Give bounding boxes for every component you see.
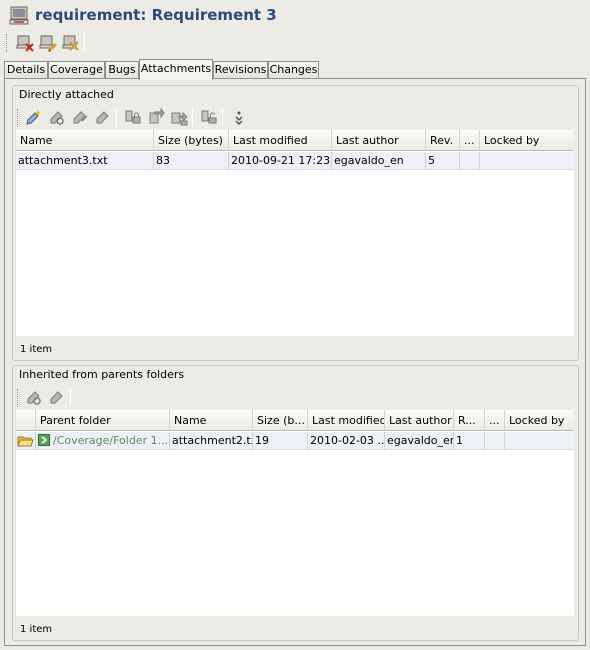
toolbar-grip[interactable] xyxy=(17,109,19,127)
requirement-icon xyxy=(8,5,30,27)
direct-toolbar xyxy=(15,104,575,130)
direct-attachments-table: Name Size (bytes) Last modified Last aut… xyxy=(16,130,574,336)
cell-revision: 5 xyxy=(426,152,460,170)
new-attachment-icon[interactable] xyxy=(24,107,44,127)
tab-label: Attachments xyxy=(140,62,212,75)
tab-label: Bugs xyxy=(108,63,136,76)
folder-link-icon xyxy=(38,434,50,446)
tab-details[interactable]: Details xyxy=(4,61,48,79)
column-header-size[interactable]: Size (bytes) xyxy=(154,130,229,151)
item-count: 1 item xyxy=(20,344,53,355)
column-header-icon[interactable] xyxy=(16,410,36,431)
cell-locked-by xyxy=(505,432,574,450)
inherited-attachments-group: Inherited from parents folders Parent fo… xyxy=(12,365,579,641)
cell-parent-folder[interactable]: /Coverage/Folder 1... xyxy=(36,432,170,450)
tab-revisions[interactable]: Revisions xyxy=(213,61,268,79)
tab-coverage[interactable]: Coverage xyxy=(48,61,105,79)
cell-folder-icon xyxy=(16,432,36,450)
column-header-name[interactable]: Name xyxy=(170,410,253,431)
delete-requirement-icon[interactable] xyxy=(15,33,35,53)
cell-name: attachment3.txt xyxy=(16,152,154,170)
cell-extra xyxy=(485,432,505,450)
delete-attachment-icon[interactable] xyxy=(47,387,67,407)
column-header-revision[interactable]: R... xyxy=(454,410,485,431)
title-bar: requirement: Requirement 3 xyxy=(0,0,590,32)
cell-last-modified: 2010-09-21 17:23... xyxy=(229,152,332,170)
column-header-extra[interactable]: ... xyxy=(485,410,505,431)
group-title: Inherited from parents folders xyxy=(19,368,185,381)
group-title: Directly attached xyxy=(19,88,114,101)
properties-icon[interactable] xyxy=(61,33,81,53)
column-header-extra[interactable]: ... xyxy=(460,130,480,151)
edit-requirement-icon[interactable] xyxy=(38,33,58,53)
toolbar-separator xyxy=(222,108,223,126)
more-icon[interactable] xyxy=(229,107,249,127)
toolbar-grip[interactable] xyxy=(6,34,8,52)
open-attachment-icon[interactable] xyxy=(24,387,44,407)
delete-attachment-icon[interactable] xyxy=(93,107,113,127)
table-header: Name Size (bytes) Last modified Last aut… xyxy=(16,130,574,151)
inherited-toolbar xyxy=(15,384,575,410)
tab-bugs[interactable]: Bugs xyxy=(105,61,139,79)
attachments-panel: Directly attached Name Size (bytes) Last… xyxy=(4,78,586,646)
unlock-icon[interactable] xyxy=(199,107,219,127)
cell-revision: 1 xyxy=(454,432,485,450)
inherited-attachments-table: Parent folder Name Size (b... Last modif… xyxy=(16,410,574,616)
column-header-last-modified[interactable]: Last modified xyxy=(229,130,332,151)
cell-size: 19 xyxy=(253,432,308,450)
open-attachment-icon[interactable] xyxy=(47,107,67,127)
table-header: Parent folder Name Size (b... Last modif… xyxy=(16,410,574,431)
column-header-name[interactable]: Name xyxy=(16,130,154,151)
toolbar-grip[interactable] xyxy=(17,389,19,407)
column-header-last-modified[interactable]: Last modified xyxy=(308,410,385,431)
folder-open-icon xyxy=(17,433,34,449)
toolbar-separator xyxy=(70,388,71,406)
toolbar-separator xyxy=(192,108,193,126)
tab-label: Revisions xyxy=(214,63,267,76)
table-row[interactable]: attachment3.txt 83 2010-09-21 17:23... e… xyxy=(16,152,574,170)
cell-last-author: egavaldo_en xyxy=(385,432,454,450)
lock-icon[interactable] xyxy=(123,107,143,127)
column-header-last-author[interactable]: Last author xyxy=(332,130,426,151)
column-header-revision[interactable]: Rev. xyxy=(426,130,460,151)
toolbar-separator xyxy=(116,108,117,126)
parent-folder-path: /Coverage/Folder 1... xyxy=(53,434,169,447)
column-header-locked-by[interactable]: Locked by xyxy=(505,410,574,431)
cell-locked-by xyxy=(480,152,574,170)
column-header-parent-folder[interactable]: Parent folder xyxy=(36,410,170,431)
column-header-size[interactable]: Size (b... xyxy=(253,410,308,431)
cell-name: attachment2.txt xyxy=(170,432,253,450)
table-row[interactable]: /Coverage/Folder 1... attachment2.txt 19… xyxy=(16,432,574,450)
edit-attachment-icon[interactable] xyxy=(70,107,90,127)
tab-label: Coverage xyxy=(50,63,103,76)
column-header-locked-by[interactable]: Locked by xyxy=(480,130,574,151)
cell-last-modified: 2010-02-03 ... xyxy=(308,432,385,450)
tab-bar: Details Coverage Bugs Attachments Revisi… xyxy=(4,59,586,80)
tab-label: Changes xyxy=(269,63,318,76)
item-count: 1 item xyxy=(20,624,53,635)
toolbar-separator xyxy=(84,34,85,52)
check-in-icon[interactable] xyxy=(169,107,189,127)
window-title: requirement: Requirement 3 xyxy=(35,6,277,24)
column-header-last-author[interactable]: Last author xyxy=(385,410,454,431)
cell-extra xyxy=(460,152,480,170)
tab-attachments[interactable]: Attachments xyxy=(139,59,213,80)
check-out-icon[interactable] xyxy=(146,107,166,127)
main-toolbar xyxy=(4,32,304,54)
tab-changes[interactable]: Changes xyxy=(268,61,319,79)
directly-attached-group: Directly attached Name Size (bytes) Last… xyxy=(12,85,579,361)
cell-last-author: egavaldo_en xyxy=(332,152,426,170)
cell-size: 83 xyxy=(154,152,229,170)
tab-label: Details xyxy=(6,63,46,76)
